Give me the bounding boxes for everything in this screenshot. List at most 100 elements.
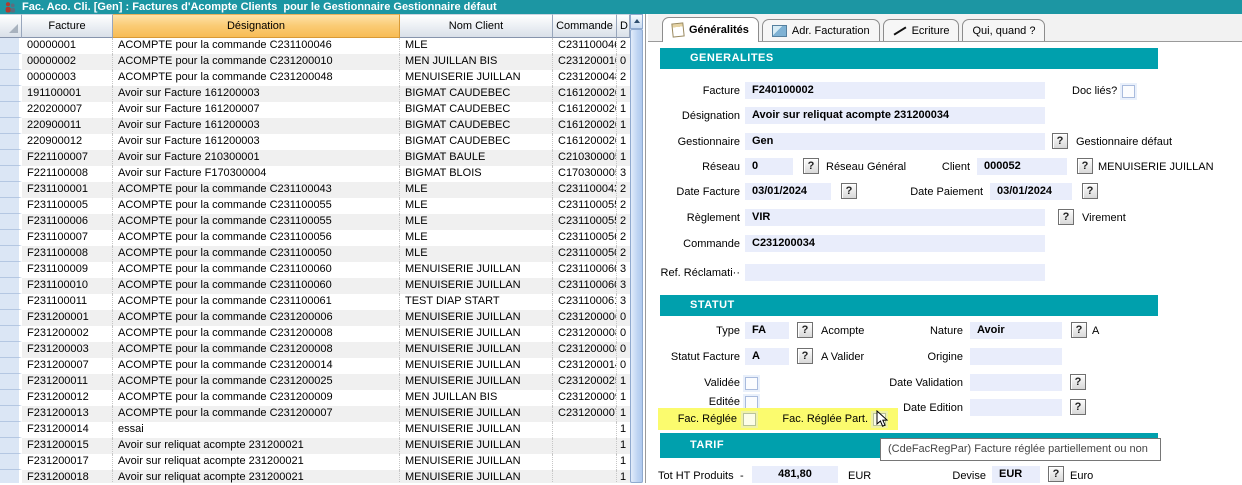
scrollbar-thumb[interactable] [630,29,643,483]
table-row[interactable]: F231200017Avoir sur reliquat acompte 231… [0,454,630,470]
row-selector[interactable] [0,38,22,54]
table-row[interactable]: F231100011ACOMPTE pour la commande C2311… [0,294,630,310]
table-row[interactable]: F231100006ACOMPTE pour la commande C2311… [0,214,630,230]
nature-field[interactable]: Avoir [970,322,1062,339]
column-header-nom-client[interactable]: Nom Client [400,14,553,38]
devise-help-button[interactable]: ? [1048,466,1064,482]
table-row[interactable]: 00000003ACOMPTE pour la commande C231200… [0,70,630,86]
row-selector[interactable] [0,406,22,422]
date-validation-help-button[interactable]: ? [1070,374,1086,390]
row-selector[interactable] [0,198,22,214]
table-row[interactable]: F231200001ACOMPTE pour la commande C2312… [0,310,630,326]
row-selector[interactable] [0,278,22,294]
table-row[interactable]: F231200007ACOMPTE pour la commande C2312… [0,358,630,374]
table-row[interactable]: F231100001ACOMPTE pour la commande C2311… [0,182,630,198]
row-selector[interactable] [0,326,22,342]
client-field[interactable]: 000052 [977,158,1067,175]
type-field[interactable]: FA [745,322,789,339]
table-scrollbar[interactable] [630,14,643,483]
row-selector[interactable] [0,150,22,166]
doc-lies-checkbox[interactable] [1122,85,1135,98]
table-row[interactable]: 00000001ACOMPTE pour la commande C231100… [0,38,630,54]
tab-qui-quand[interactable]: Qui, quand ? [962,19,1045,41]
row-selector[interactable] [0,166,22,182]
date-paiement-field[interactable]: 03/01/2024 [990,183,1072,200]
row-selector[interactable] [0,422,22,438]
table-row[interactable]: F231100008ACOMPTE pour la commande C2311… [0,246,630,262]
table-row[interactable]: F221100007Avoir sur Facture 210300001BIG… [0,150,630,166]
date-paiement-help-button[interactable]: ? [1082,183,1098,199]
row-selector[interactable] [0,214,22,230]
row-selector[interactable] [0,134,22,150]
date-facture-help-button[interactable]: ? [841,183,857,199]
ref-reclamation-field[interactable] [745,264,1045,281]
column-header-designation[interactable]: Désignation [113,14,400,38]
table-row[interactable]: F231200013ACOMPTE pour la commande C2312… [0,406,630,422]
row-selector[interactable] [0,230,22,246]
row-selector[interactable] [0,246,22,262]
reglement-field[interactable]: VIR [745,209,1045,226]
reseau-help-button[interactable]: ? [803,158,819,174]
row-selector[interactable] [0,70,22,86]
origine-field[interactable] [970,348,1062,365]
row-selector[interactable] [0,358,22,374]
table-row[interactable]: F231100010ACOMPTE pour la commande C2311… [0,278,630,294]
table-row[interactable]: F231200003ACOMPTE pour la commande C2312… [0,342,630,358]
reseau-field[interactable]: 0 [745,158,793,175]
select-all-header[interactable] [0,14,22,38]
date-validation-field[interactable] [970,374,1062,391]
row-selector[interactable] [0,118,22,134]
statut-facture-field[interactable]: A [745,348,789,365]
date-facture-field[interactable]: 03/01/2024 [745,183,831,200]
fac-reglee-checkbox[interactable] [743,413,756,426]
column-header-facture[interactable]: Facture [22,14,113,38]
column-header-commande[interactable]: Commande [553,14,617,38]
table-row[interactable]: F231200002ACOMPTE pour la commande C2312… [0,326,630,342]
scroll-up-button[interactable] [630,14,643,29]
table-row[interactable]: 00000002ACOMPTE pour la commande C231200… [0,54,630,70]
table-row[interactable]: 220900012Avoir sur Facture 161200003BIGM… [0,134,630,150]
tab-ecriture[interactable]: Ecriture [883,19,960,41]
table-row[interactable]: 220200007Avoir sur Facture 161200007BIGM… [0,102,630,118]
table-row[interactable]: 191100001Avoir sur Facture 161200003BIGM… [0,86,630,102]
table-row[interactable]: F231200018Avoir sur reliquat acompte 231… [0,470,630,483]
row-selector[interactable] [0,262,22,278]
row-selector[interactable] [0,454,22,470]
gestionnaire-help-button[interactable]: ? [1052,133,1068,149]
table-row[interactable]: F231200012ACOMPTE pour la commande C2312… [0,390,630,406]
row-selector[interactable] [0,310,22,326]
row-selector[interactable] [0,86,22,102]
table-row[interactable]: 220900011Avoir sur Facture 161200003BIGM… [0,118,630,134]
row-selector[interactable] [0,374,22,390]
column-header-d[interactable]: D [617,14,630,38]
table-row[interactable]: F231100007ACOMPTE pour la commande C2311… [0,230,630,246]
designation-field[interactable]: Avoir sur reliquat acompte 231200034 [745,107,1045,124]
facture-field[interactable]: F240100002 [745,82,1045,99]
table-row[interactable]: F231200011ACOMPTE pour la commande C2312… [0,374,630,390]
table-row[interactable]: F231100005ACOMPTE pour la commande C2311… [0,198,630,214]
commande-field[interactable]: C231200034 [745,235,1045,252]
table-row[interactable]: F221100008Avoir sur Facture F170300004BI… [0,166,630,182]
type-help-button[interactable]: ? [797,322,813,338]
date-edition-field[interactable] [970,399,1062,416]
table-row[interactable]: F231200014essaiMENUISERIE JUILLAN1 [0,422,630,438]
tab-adr-facturation[interactable]: Adr. Facturation [762,19,880,41]
row-selector[interactable] [0,294,22,310]
validee-checkbox[interactable] [745,377,758,390]
gestionnaire-field[interactable]: Gen [745,133,1045,150]
client-help-button[interactable]: ? [1077,158,1093,174]
tab-generalites[interactable]: Généralités [662,17,759,42]
row-selector[interactable] [0,54,22,70]
statut-facture-help-button[interactable]: ? [797,348,813,364]
devise-field[interactable]: EUR [992,466,1040,483]
reglement-help-button[interactable]: ? [1058,209,1074,225]
row-selector[interactable] [0,342,22,358]
table-row[interactable]: F231200015Avoir sur reliquat acompte 231… [0,438,630,454]
row-selector[interactable] [0,102,22,118]
row-selector[interactable] [0,438,22,454]
tot-ht-produits-field[interactable]: 481,80 [752,466,838,483]
date-edition-help-button[interactable]: ? [1070,399,1086,415]
table-row[interactable]: F231100009ACOMPTE pour la commande C2311… [0,262,630,278]
row-selector[interactable] [0,470,22,483]
row-selector[interactable] [0,182,22,198]
